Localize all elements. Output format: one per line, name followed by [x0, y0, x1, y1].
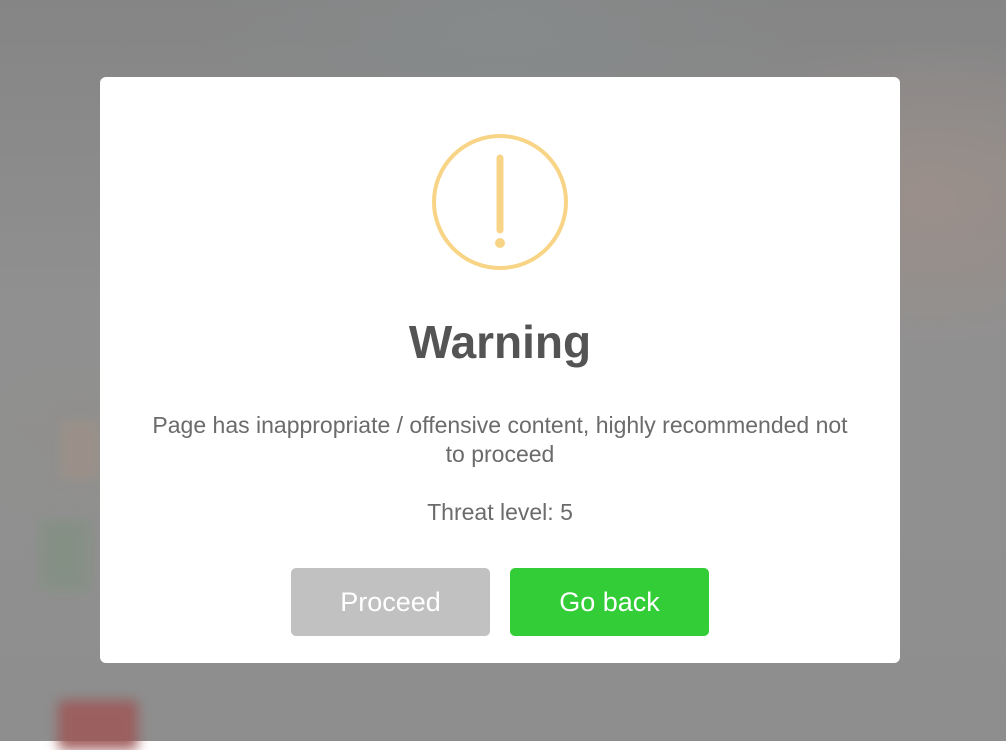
- threat-level: Threat level: 5: [100, 498, 900, 527]
- exclamation-circle-icon: [432, 134, 568, 270]
- warning-message: Page has inappropriate / offensive conte…: [152, 412, 848, 467]
- go-back-button[interactable]: Go back: [510, 568, 709, 636]
- dialog-title: Warning: [408, 316, 592, 368]
- dialog-actions: Proceed Go back: [100, 568, 900, 636]
- threat-level-label: Threat level:: [427, 499, 554, 525]
- threat-level-value: 5: [560, 499, 573, 525]
- warning-dialog: Warning Page has inappropriate / offensi…: [100, 77, 900, 663]
- proceed-button[interactable]: Proceed: [291, 568, 490, 636]
